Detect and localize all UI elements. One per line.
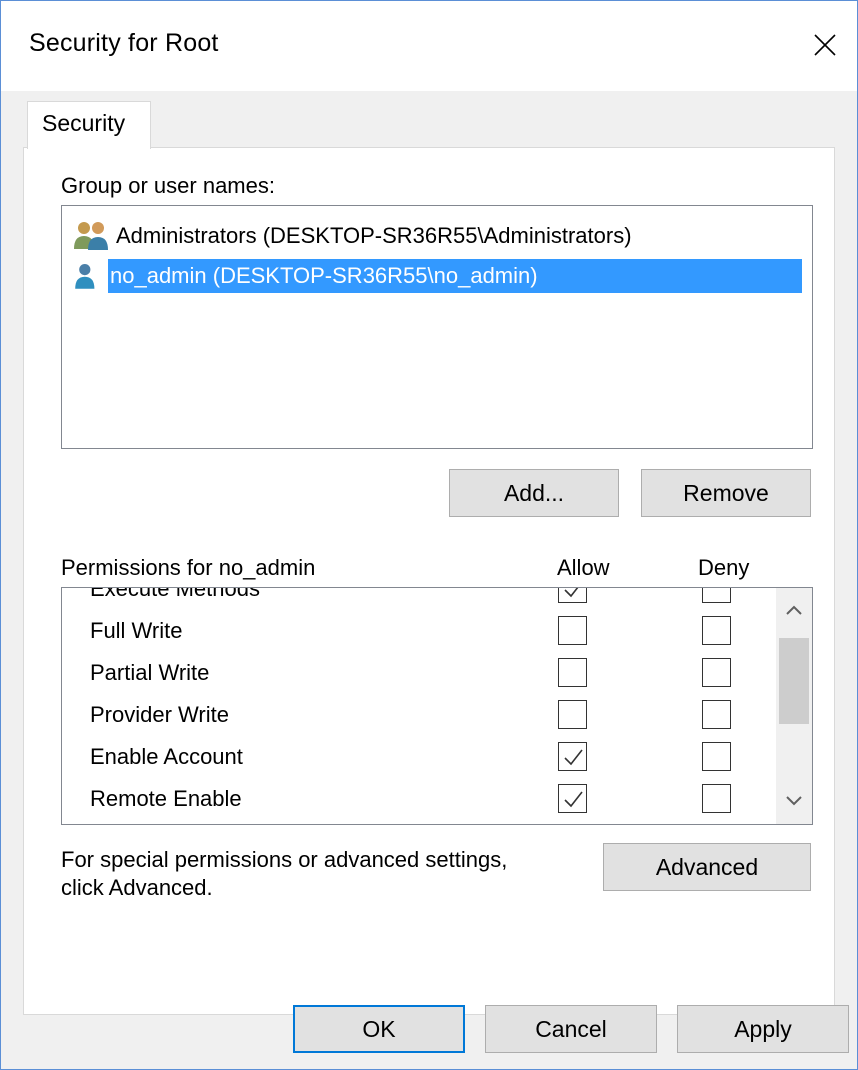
remove-button[interactable]: Remove	[641, 469, 811, 517]
group-or-user-names-list[interactable]: Administrators (DESKTOP-SR36R55\Administ…	[61, 205, 813, 449]
permissions-scrollbar[interactable]	[776, 588, 812, 824]
permission-row: Remote Enable	[62, 778, 774, 820]
chevron-down-icon	[786, 796, 802, 806]
permission-name: Execute Methods	[90, 587, 260, 601]
user-icon	[75, 264, 95, 289]
list-item-administrators[interactable]: Administrators (DESKTOP-SR36R55\Administ…	[72, 216, 810, 256]
allow-checkbox[interactable]	[558, 742, 587, 771]
permissions-label: Permissions for no_admin	[61, 555, 316, 580]
users-group-icon	[74, 222, 108, 250]
advanced-button[interactable]: Advanced	[603, 843, 811, 891]
list-item-label: Administrators (DESKTOP-SR36R55\Administ…	[116, 223, 632, 248]
permission-name: Provider Write	[90, 702, 229, 727]
group-or-user-names-label: Group or user names:	[61, 173, 275, 198]
close-icon	[814, 34, 836, 56]
deny-checkbox[interactable]	[702, 616, 731, 645]
apply-button[interactable]: Apply	[677, 1005, 849, 1053]
checkmark-icon	[564, 791, 583, 808]
permission-name: Enable Account	[90, 744, 243, 769]
checkmark-icon	[564, 749, 583, 766]
permission-name: Full Write	[90, 618, 183, 643]
permission-row: Full Write	[62, 610, 774, 652]
permission-row: Partial Write	[62, 652, 774, 694]
deny-checkbox[interactable]	[702, 700, 731, 729]
scroll-up-button[interactable]	[776, 592, 812, 628]
permission-row: Provider Write	[62, 694, 774, 736]
deny-checkbox[interactable]	[702, 784, 731, 813]
permission-row: Enable Account	[62, 736, 774, 778]
allow-checkbox[interactable]	[558, 784, 587, 813]
scroll-thumb[interactable]	[779, 638, 809, 724]
scroll-down-button[interactable]	[776, 782, 812, 818]
security-dialog: Security for Root Security Group or user…	[0, 0, 858, 1070]
ok-button[interactable]: OK	[293, 1005, 465, 1053]
allow-checkbox[interactable]	[558, 588, 587, 603]
deny-checkbox[interactable]	[702, 658, 731, 687]
cancel-button[interactable]: Cancel	[485, 1005, 657, 1053]
checkmark-icon	[564, 588, 579, 598]
deny-checkbox[interactable]	[702, 742, 731, 771]
allow-column-header: Allow	[557, 555, 610, 580]
allow-checkbox[interactable]	[558, 700, 587, 729]
permission-name: Partial Write	[90, 660, 210, 685]
deny-column-header: Deny	[698, 555, 750, 580]
close-button[interactable]	[801, 21, 849, 69]
allow-checkbox[interactable]	[558, 616, 587, 645]
advanced-note-line2: click Advanced.	[61, 875, 213, 900]
tab-security[interactable]: Security	[27, 101, 151, 149]
permission-name: Remote Enable	[90, 786, 242, 811]
title-bar: Security for Root	[1, 1, 857, 91]
allow-checkbox[interactable]	[558, 658, 587, 687]
permissions-list[interactable]: Execute Methods Full Write Partial Write Pr…	[61, 587, 813, 825]
deny-checkbox[interactable]	[702, 588, 731, 603]
list-item-label: no_admin (DESKTOP-SR36R55\no_admin)	[108, 259, 802, 293]
list-item-no-admin[interactable]: no_admin (DESKTOP-SR36R55\no_admin)	[72, 256, 810, 296]
chevron-up-icon	[786, 605, 802, 615]
add-button[interactable]: Add...	[449, 469, 619, 517]
window-title: Security for Root	[29, 29, 219, 57]
advanced-note-line1: For special permissions or advanced sett…	[61, 847, 508, 872]
permission-row: Execute Methods	[62, 587, 774, 610]
